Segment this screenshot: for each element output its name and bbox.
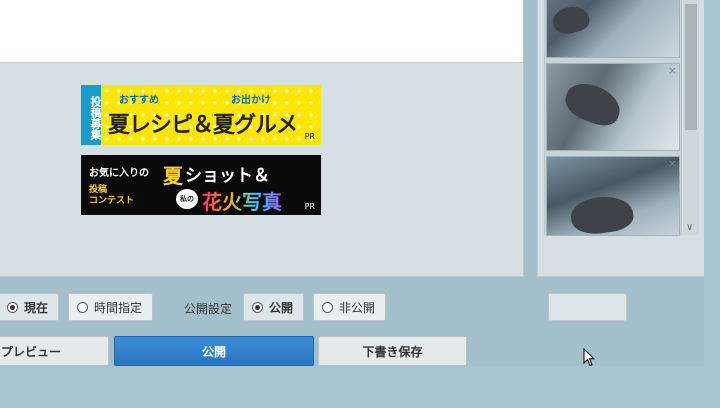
scrollbar-thumb[interactable] (685, 4, 697, 130)
publish-scheduled-radio[interactable]: 時間指定 (68, 293, 154, 321)
radio-selected-icon (7, 301, 18, 313)
banner-line1: お気に入りの (89, 168, 149, 179)
preview-button[interactable]: プレビュー (0, 336, 109, 366)
visibility-private-label: 非公開 (339, 300, 376, 315)
visibility-private-radio[interactable]: 非公開 (313, 293, 387, 321)
publish-setting-label: 公開設定 (184, 302, 233, 316)
banner-contest-text: 投稿 コンテスト (89, 185, 135, 206)
publish-button[interactable]: 公開 (114, 336, 314, 366)
thumbnail-image[interactable]: × (546, 156, 680, 236)
publish-now-label: 現在 (24, 300, 49, 315)
thumbnail-list[interactable]: × × (544, 0, 682, 236)
banner-pr-mark: PR (304, 132, 315, 141)
banner-highlight: 夏 (163, 164, 183, 188)
image-panel: × × ∨ (537, 0, 704, 277)
thumbnail-scrollbar[interactable]: ∨ (683, 0, 699, 235)
banner-sub-left: おすすめ (119, 95, 159, 106)
banner-stripe-label: 投稿募集 (81, 85, 102, 145)
publish-scheduled-label: 時間指定 (94, 300, 143, 315)
mouse-cursor-icon (583, 348, 595, 367)
visibility-public-radio[interactable]: 公開 (243, 293, 305, 321)
ad-banner-summer-recipe[interactable]: 投稿募集 おすすめ お出かけ 夏レシピ＆夏グルメ PR (81, 85, 321, 145)
banner-main-text: 夏レシピ＆夏グルメ (108, 113, 298, 138)
banner-line2: 花火写真 (202, 186, 282, 215)
radio-unselected-icon (322, 301, 333, 313)
editor-text-area[interactable] (0, 0, 523, 63)
radio-unselected-icon (77, 301, 88, 313)
compose-panel: 投稿募集 おすすめ お出かけ 夏レシピ＆夏グルメ PR お気に入りの 夏 ショッ… (0, 0, 704, 366)
editor-area[interactable]: 投稿募集 おすすめ お出かけ 夏レシピ＆夏グルメ PR お気に入りの 夏 ショッ… (0, 0, 524, 277)
banner-line1b: ショット＆ (185, 166, 270, 186)
radio-selected-icon (252, 301, 263, 313)
thumbnail-image[interactable]: × (546, 63, 680, 151)
visibility-public-label: 公開 (269, 300, 294, 315)
publish-now-radio[interactable]: 現在 (0, 293, 60, 321)
save-draft-button[interactable]: 下書き保存 (318, 336, 467, 366)
banner-bubble: 私の (176, 189, 198, 209)
banner-pr-mark: PR (304, 202, 315, 211)
banner-contest-label: 投稿 コンテスト (89, 185, 134, 207)
banner-sub-right: お出かけ (231, 95, 271, 106)
thumbnail-image[interactable] (546, 0, 680, 58)
remove-thumbnail-icon[interactable]: × (668, 65, 677, 76)
ad-banner-fireworks-contest[interactable]: お気に入りの 夏 ショット＆ 投稿 コンテスト 私の 花火写真 PR (81, 155, 321, 215)
blank-button[interactable] (548, 293, 627, 321)
remove-thumbnail-icon[interactable]: × (668, 158, 677, 169)
chevron-down-icon[interactable]: ∨ (686, 222, 693, 233)
